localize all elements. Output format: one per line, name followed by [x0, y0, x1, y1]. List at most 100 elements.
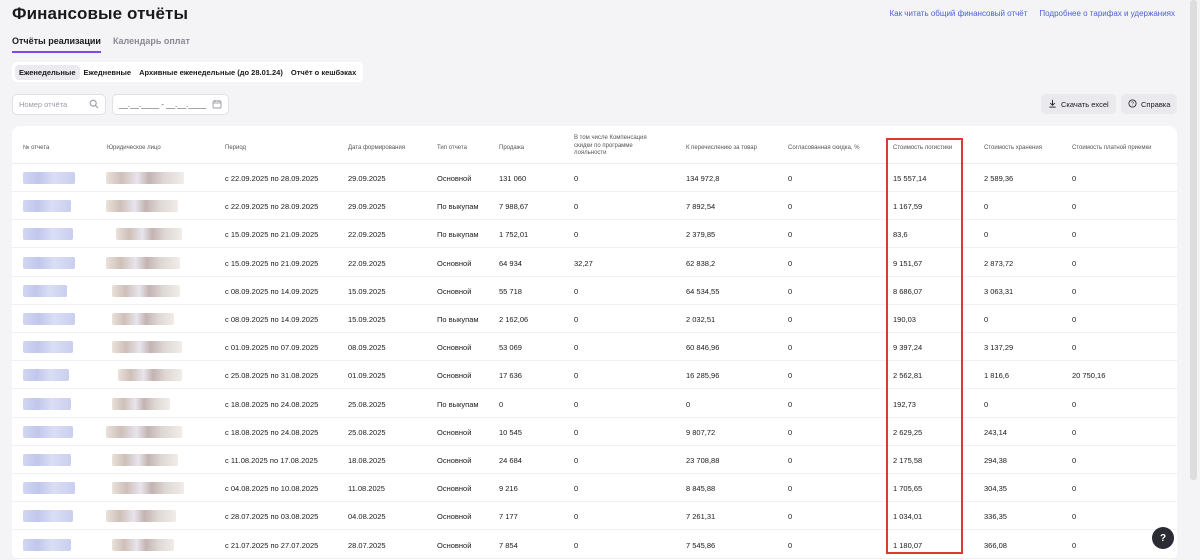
cell-discount: 0 [788, 371, 793, 381]
table-row[interactable]: с 22.09.2025 по 28.09.2025 29.09.2025 По в… [12, 192, 1177, 221]
col-header-created-date[interactable]: Дата формирования [348, 145, 405, 153]
table-row[interactable]: с 15.09.2025 по 21.09.2025 22.09.2025 Осно… [12, 249, 1177, 277]
cell-storage: 0 [984, 230, 989, 240]
report-number-redacted[interactable] [23, 256, 75, 269]
date-range-field[interactable]: __.__.____ - __.__.____ [112, 94, 229, 115]
report-number-search [12, 94, 106, 115]
col-header-loyalty-compensation[interactable]: В том числе Компенсация скидки по програ… [574, 135, 664, 158]
col-header-sales[interactable]: Продажа [499, 145, 524, 153]
cell-discount: 0 [788, 174, 793, 183]
table-row[interactable]: с 04.08.2025 по 10.08.2025 11.08.2025 Осно… [12, 474, 1177, 503]
table-row[interactable]: с 15.09.2025 по 21.09.2025 22.09.2025 По в… [12, 220, 1177, 249]
cell-report-type: Основной [437, 343, 472, 353]
col-header-paid-acceptance[interactable]: Стоимость платной приемки [1072, 145, 1151, 153]
cell-logistics: 1 034,01 [893, 512, 923, 522]
table-row[interactable]: с 18.08.2025 по 24.08.2025 25.08.2025 Осно… [12, 418, 1177, 446]
cell-period: с 18.08.2025 по 24.08.2025 [225, 399, 319, 409]
cell-logistics: 8 686,07 [893, 286, 923, 296]
cell-discount: 0 [788, 512, 793, 522]
table-row[interactable]: с 01.09.2025 по 07.09.2025 08.09.2025 Осно… [12, 333, 1177, 362]
report-number-redacted[interactable] [23, 538, 71, 551]
tab-sales-reports[interactable]: Отчёты реализации [12, 36, 101, 53]
cell-created-date: 04.08.2025 [348, 512, 386, 522]
cell-payout: 2 379,85 [686, 230, 716, 240]
cell-sales: 55 718 [499, 286, 522, 296]
report-number-redacted[interactable] [23, 454, 71, 466]
legal-entity-redacted [112, 313, 174, 325]
report-number-redacted[interactable] [23, 313, 75, 325]
report-number-redacted[interactable] [23, 510, 73, 523]
report-number-redacted[interactable] [23, 228, 73, 241]
col-header-legal-entity[interactable]: Юридическое лицо [107, 145, 161, 153]
col-header-report-type[interactable]: Тип отчета [437, 145, 467, 153]
cell-storage: 294,38 [984, 456, 1007, 465]
col-header-payout[interactable]: К перечислению за товар [686, 145, 757, 153]
search-input[interactable] [19, 100, 87, 109]
segment-daily[interactable]: Ежедневные [80, 65, 136, 80]
cell-discount: 0 [788, 315, 793, 324]
help-button[interactable]: ? Справка [1121, 94, 1178, 114]
cell-report-type: По выкупам [437, 202, 479, 212]
tab-payment-calendar[interactable]: Календарь оплат [113, 36, 190, 53]
table-row[interactable]: с 22.09.2025 по 28.09.2025 29.09.2025 Осно… [12, 164, 1177, 192]
report-number-redacted[interactable] [23, 284, 67, 297]
report-number-redacted[interactable] [23, 200, 71, 213]
cell-storage: 304,35 [984, 484, 1007, 494]
cell-paid-acceptance: 0 [1072, 540, 1077, 550]
col-header-logistics[interactable]: Стоимость логистики [893, 145, 952, 153]
calendar-icon[interactable] [212, 99, 222, 111]
cell-paid-acceptance: 0 [1072, 484, 1077, 494]
cell-storage: 3 063,31 [984, 286, 1014, 296]
table-row[interactable]: с 28.07.2025 по 03.08.2025 04.08.2025 Осно… [12, 502, 1177, 531]
table-row[interactable]: с 08.09.2025 по 14.09.2025 15.09.2025 Осно… [12, 277, 1177, 305]
segment-archived-weekly[interactable]: Архивные еженедельные (до 28.01.24) [135, 65, 287, 80]
col-header-period[interactable]: Период [225, 145, 246, 153]
table-row[interactable]: с 08.09.2025 по 14.09.2025 15.09.2025 По в… [12, 305, 1177, 333]
legal-entity-redacted [112, 482, 184, 495]
cell-payout: 8 845,88 [686, 484, 716, 494]
table-row[interactable]: с 21.07.2025 по 27.07.2025 28.07.2025 Осно… [12, 531, 1177, 559]
cell-paid-acceptance: 0 [1072, 343, 1077, 353]
col-header-discount[interactable]: Согласованная скидка, % [788, 145, 860, 153]
cell-created-date: 28.07.2025 [348, 540, 386, 550]
col-header-report-number[interactable]: № отчета [23, 145, 49, 153]
cell-period: с 22.09.2025 по 28.09.2025 [225, 202, 319, 212]
help-chat-button[interactable]: ? [1152, 527, 1174, 549]
link-how-to-read[interactable]: Как читать общий финансовый отчёт [889, 9, 1027, 18]
cell-period: с 25.08.2025 по 31.08.2025 [225, 371, 319, 381]
top-links: Как читать общий финансовый отчёт Подроб… [889, 9, 1175, 18]
report-number-redacted[interactable] [23, 172, 75, 184]
legal-entity-redacted [112, 341, 182, 354]
cell-paid-acceptance: 0 [1072, 427, 1077, 437]
cell-period: с 11.08.2025 по 17.08.2025 [225, 456, 318, 465]
download-excel-button[interactable]: Скачать excel [1041, 94, 1116, 114]
reports-table: № отчета Юридическое лицо Период Дата фо… [12, 126, 1177, 560]
search-icon[interactable] [89, 99, 99, 111]
page: Финансовые отчёты Как читать общий финан… [0, 0, 1200, 560]
table-row[interactable]: с 25.08.2025 по 31.08.2025 01.09.2025 Осно… [12, 361, 1177, 390]
cell-report-type: Основной [437, 258, 472, 268]
cell-paid-acceptance: 20 750,16 [1072, 371, 1106, 381]
segment-weekly[interactable]: Еженедельные [15, 64, 80, 80]
table-row[interactable]: с 18.08.2025 по 24.08.2025 25.08.2025 По в… [12, 390, 1177, 418]
cell-loyalty-compensation: 0 [574, 174, 579, 183]
cell-sales: 7 177 [499, 512, 518, 522]
col-header-storage[interactable]: Стоимость хранения [984, 145, 1042, 153]
cell-report-type: Основной [437, 484, 472, 494]
legal-entity-redacted [112, 284, 180, 297]
report-number-redacted[interactable] [23, 425, 73, 438]
report-number-redacted[interactable] [23, 341, 73, 354]
link-tariffs[interactable]: Подробнее о тарифах и удержаниях [1039, 9, 1175, 18]
cell-loyalty-compensation: 0 [574, 540, 579, 550]
report-number-redacted[interactable] [23, 482, 75, 495]
cell-report-type: Основной [437, 371, 472, 381]
segment-cashback[interactable]: Отчёт о кешбэках [287, 65, 360, 80]
cell-payout: 9 807,72 [686, 427, 716, 437]
table-row[interactable]: с 11.08.2025 по 17.08.2025 18.08.2025 Осно… [12, 446, 1177, 474]
cell-loyalty-compensation: 0 [574, 230, 579, 240]
scrollbar[interactable] [1190, 0, 1197, 480]
report-number-redacted[interactable] [23, 369, 69, 382]
report-number-redacted[interactable] [23, 397, 71, 410]
cell-payout: 7 545,86 [686, 540, 716, 550]
cell-created-date: 15.09.2025 [348, 315, 386, 324]
